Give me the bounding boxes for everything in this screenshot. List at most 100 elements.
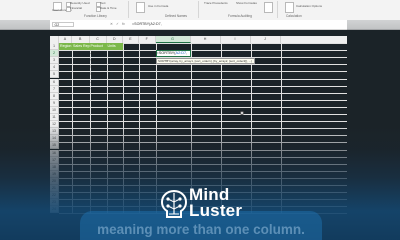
row-header-4[interactable]: 4 [50, 64, 59, 72]
table-cell[interactable]: East [59, 50, 72, 57]
table-cell[interactable]: Amy [72, 64, 90, 71]
row-header-19[interactable]: 19 [50, 170, 59, 178]
table-header-cell[interactable]: Region [59, 43, 72, 51]
group-divider [277, 1, 278, 18]
table-cell[interactable]: Grape [90, 57, 107, 64]
row-header-2[interactable]: 2 [50, 50, 59, 58]
calculation-options-icon[interactable] [285, 2, 294, 13]
table-cell[interactable]: West [59, 86, 72, 93]
brand-logo: Mind Luster [158, 186, 250, 224]
row-header-7[interactable]: 7 [50, 85, 59, 93]
table-header-cell[interactable]: Units [106, 43, 123, 51]
table-cell[interactable]: West [59, 57, 72, 64]
group-label-calculation: Calculation [286, 14, 302, 19]
select-all-corner[interactable] [50, 36, 59, 43]
row-header-5[interactable]: 5 [50, 71, 59, 79]
table-cell[interactable]: 4,565 [107, 64, 124, 71]
table-cell[interactable]: South [59, 71, 72, 78]
recently-used-button[interactable]: Recently Used [70, 1, 90, 5]
text-button[interactable]: Text [100, 1, 106, 5]
row-header-16[interactable]: 16 [50, 149, 59, 157]
gridline [123, 43, 124, 214]
table-cell[interactable]: North [59, 64, 72, 71]
row-header-17[interactable]: 17 [50, 156, 59, 164]
table-cell[interactable]: 5,323 [107, 71, 124, 78]
column-header-f[interactable]: F [139, 36, 156, 43]
table-header-cell[interactable]: Product [89, 43, 107, 51]
show-formulas-button[interactable]: Show Formulas [236, 1, 257, 5]
watch-window-icon[interactable] [264, 2, 273, 13]
column-header-j[interactable]: J [251, 36, 281, 43]
gridline [59, 163, 347, 165]
gridline [155, 43, 156, 214]
cancel-icon[interactable]: ✕ [110, 22, 113, 26]
table-cell[interactable]: 4,394 [107, 79, 124, 86]
table-cell[interactable]: 5,619 [107, 57, 124, 64]
financial-button[interactable]: Financial [70, 6, 82, 10]
table-cell[interactable]: Grape [90, 86, 107, 93]
row-header-24[interactable]: 24 [50, 206, 59, 214]
column-header-c[interactable]: C [90, 36, 107, 43]
column-header-g[interactable]: G [155, 36, 191, 43]
column-header-b[interactable]: B [72, 36, 90, 43]
table-cell[interactable]: Fritz [72, 79, 90, 86]
column-header-d[interactable]: D [107, 36, 123, 43]
gridline [280, 43, 281, 214]
formula-function: =SORTBY( [156, 51, 176, 56]
gridline [59, 106, 347, 108]
row-header-6[interactable]: 6 [50, 78, 59, 86]
row-header-9[interactable]: 9 [50, 99, 59, 107]
gridline [59, 149, 347, 150]
column-header-e[interactable]: E [123, 36, 139, 43]
row-header-3[interactable]: 3 [50, 57, 59, 65]
insert-function-fx-icon[interactable]: fx [122, 22, 125, 26]
row-header-12[interactable]: 12 [50, 121, 59, 129]
right-dark-panel [347, 20, 400, 240]
row-header-1[interactable]: 1 [50, 43, 59, 51]
table-cell[interactable]: East [59, 79, 72, 86]
row-header-22[interactable]: 22 [50, 192, 59, 200]
date-time-button[interactable]: Date & Time [100, 6, 117, 10]
formula-range-reference: A2:D7 [175, 51, 187, 56]
name-box[interactable]: G2 [52, 21, 74, 27]
column-header-a[interactable]: A [59, 36, 72, 43]
row-header-18[interactable]: 18 [50, 163, 59, 171]
use-in-formula-button[interactable]: Use in Formula [148, 4, 168, 8]
formula-input[interactable]: =SORTBY(A2:D7, [132, 22, 162, 26]
table-cell[interactable]: 7,195 [107, 86, 124, 93]
row-header-10[interactable]: 10 [50, 106, 59, 114]
row-header-20[interactable]: 20 [50, 177, 59, 185]
gridline [59, 92, 347, 94]
row-header-23[interactable]: 23 [50, 199, 59, 207]
row-header-8[interactable]: 8 [50, 92, 59, 100]
subtitle-caption: meaning more than one column. [97, 222, 305, 237]
table-cell[interactable]: Pear [90, 64, 107, 71]
gridline [59, 142, 347, 143]
row-header-21[interactable]: 21 [50, 185, 59, 193]
row-header-13[interactable]: 13 [50, 128, 59, 136]
table-cell[interactable]: Tom [72, 50, 90, 57]
brand-name-line2: Luster [189, 201, 243, 220]
row-header-14[interactable]: 14 [50, 135, 59, 143]
table-cell[interactable]: 6,380 [107, 50, 124, 57]
table-cell[interactable]: Banana [90, 71, 107, 78]
gridline [250, 43, 251, 214]
column-header-h[interactable]: H [191, 36, 221, 43]
trace-precedents-button[interactable]: Trace Precedents [204, 1, 228, 5]
ribbon: Insert Function Recently Used Financial … [0, 0, 400, 21]
table-cell[interactable]: Apple [90, 79, 107, 86]
row-header-15[interactable]: 15 [50, 142, 59, 150]
calculation-options-button[interactable]: Calculation Options [296, 4, 322, 8]
table-cell[interactable]: Apple [90, 50, 107, 57]
row-header-11[interactable]: 11 [50, 114, 59, 122]
table-cell[interactable]: Fred [72, 57, 90, 64]
table-cell[interactable]: Sravan [72, 86, 90, 93]
formula-separator: , [186, 51, 188, 56]
table-header-cell[interactable]: Sales Rep [72, 43, 90, 51]
screen: Insert Function Recently Used Financial … [0, 0, 400, 240]
table-cell[interactable]: Sal [72, 71, 90, 78]
gridline [59, 135, 347, 136]
name-manager-icon[interactable] [136, 2, 145, 13]
column-header-i[interactable]: I [221, 36, 251, 43]
enter-icon[interactable]: ✓ [116, 22, 119, 26]
